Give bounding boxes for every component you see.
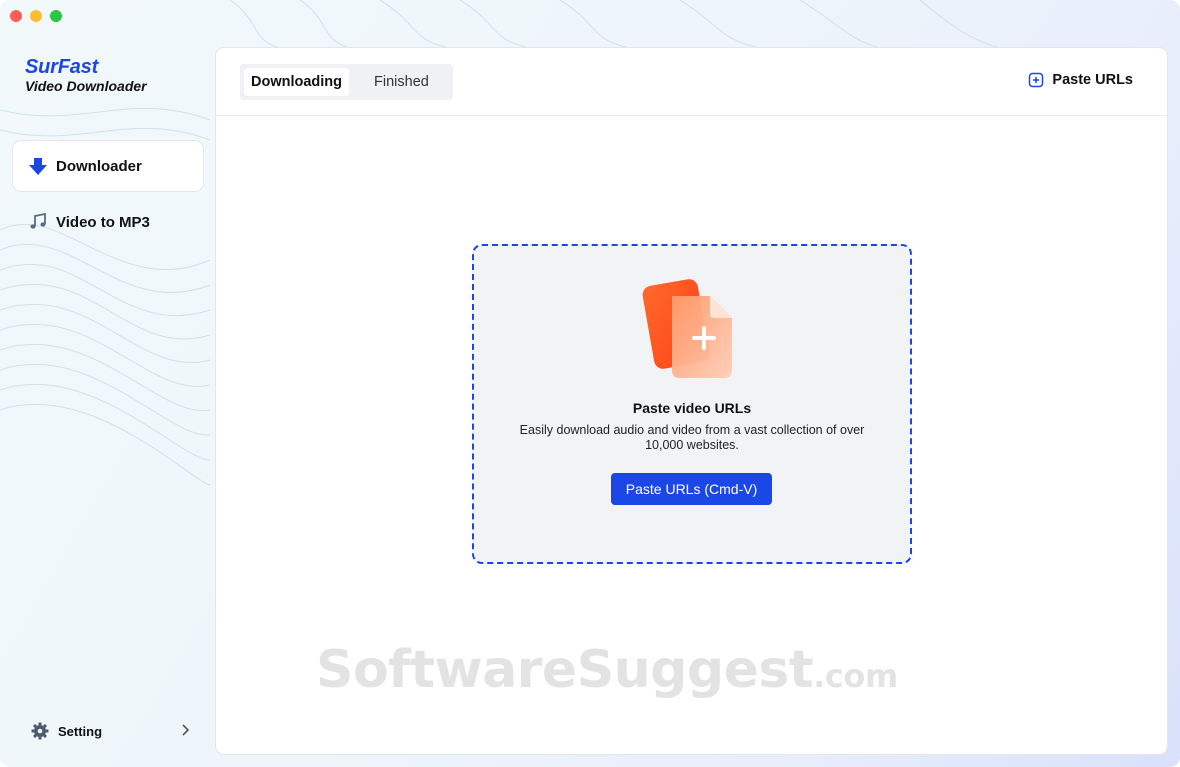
top-bar: Downloading Finished Paste URLs	[216, 48, 1167, 116]
paste-urls-label: Paste URLs	[1052, 72, 1133, 88]
maximize-window-button[interactable]	[50, 10, 62, 22]
window-controls	[10, 10, 62, 22]
dropzone-title: Paste video URLs	[632, 400, 752, 416]
sidebar-item-label: Video to MP3	[56, 213, 150, 231]
watermark-main: SoftwareSuggest	[316, 640, 814, 700]
sidebar-item-downloader[interactable]: Downloader	[13, 141, 203, 191]
music-note-icon	[28, 212, 48, 232]
sidebar-item-video-to-mp3[interactable]: Video to MP3	[13, 197, 203, 247]
tab-finished[interactable]: Finished	[367, 68, 436, 96]
gear-icon	[30, 721, 50, 741]
tab-bar: Downloading Finished	[240, 64, 453, 100]
watermark: SoftwareSuggest.com	[316, 640, 898, 700]
app-window: SurFast Video Downloader Downloader Vide…	[0, 0, 1180, 767]
paste-urls-cmd-v-button[interactable]: Paste URLs (Cmd-V)	[611, 473, 772, 505]
close-window-button[interactable]	[10, 10, 22, 22]
chevron-right-icon	[180, 723, 190, 740]
sidebar-setting[interactable]: Setting	[30, 720, 190, 742]
add-square-icon	[1028, 72, 1044, 88]
add-file-icon	[642, 279, 732, 378]
dropzone-description: Easily download audio and video from a v…	[519, 423, 865, 452]
app-logo: SurFast Video Downloader	[25, 56, 147, 94]
minimize-window-button[interactable]	[30, 10, 42, 22]
setting-label: Setting	[58, 723, 103, 739]
tab-downloading[interactable]: Downloading	[244, 68, 350, 96]
sidebar-item-label: Downloader	[56, 157, 142, 175]
download-arrow-icon	[28, 156, 48, 176]
brand-subtitle: Video Downloader	[25, 78, 147, 94]
paste-urls-button[interactable]: Paste URLs	[1028, 72, 1133, 88]
watermark-suffix: .com	[813, 657, 898, 695]
brand-name: SurFast	[25, 56, 99, 78]
paste-dropzone[interactable]: Paste video URLs Easily download audio a…	[472, 244, 912, 564]
